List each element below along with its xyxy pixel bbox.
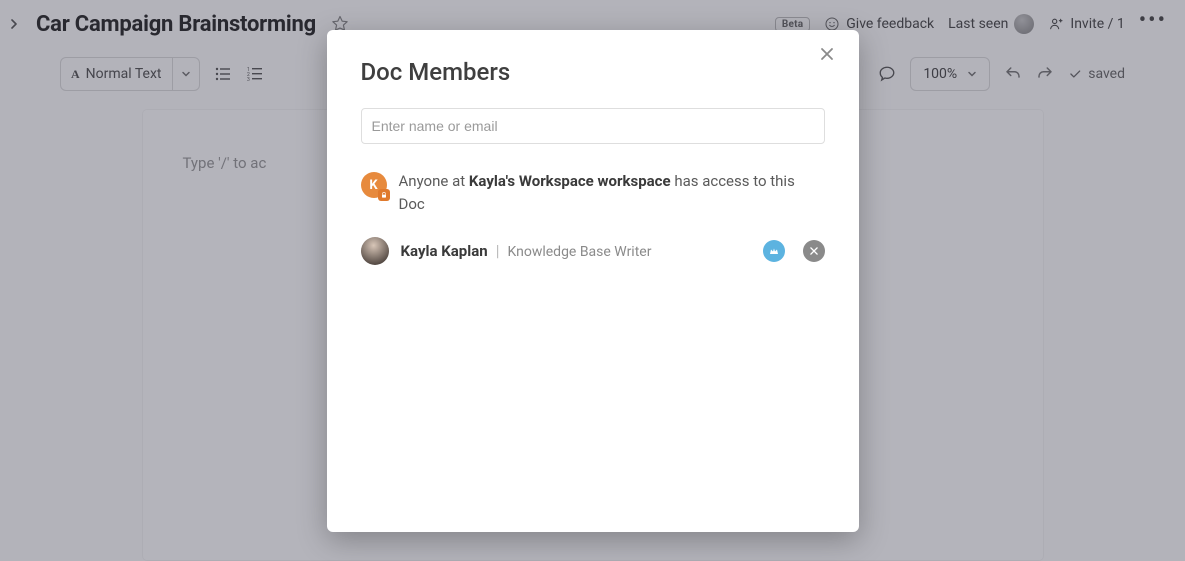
member-avatar <box>361 237 389 265</box>
saved-indicator: saved <box>1068 66 1125 82</box>
chevron-down-icon <box>967 69 977 79</box>
saved-label: saved <box>1088 66 1125 82</box>
more-menu-icon[interactable]: ••• <box>1139 21 1167 27</box>
undo-icon[interactable] <box>1004 65 1022 83</box>
workspace-avatar: K <box>361 172 387 198</box>
member-search-input[interactable] <box>361 108 825 144</box>
workspace-access-row: K Anyone at Kayla's Workspace workspace … <box>361 170 825 217</box>
text-style-select[interactable]: A Normal Text <box>60 57 200 91</box>
text-style-label: Normal Text <box>86 66 162 82</box>
member-row: Kayla Kaplan | Knowledge Base Writer <box>361 237 825 265</box>
redo-icon[interactable] <box>1036 65 1054 83</box>
doc-title[interactable]: Car Campaign Brainstorming <box>36 12 316 37</box>
last-seen-avatar <box>1014 14 1034 34</box>
close-modal-button[interactable] <box>819 46 841 68</box>
invite-label: Invite / 1 <box>1070 16 1124 32</box>
expand-sidebar-icon[interactable] <box>6 16 22 32</box>
workspace-access-text: Anyone at Kayla's Workspace workspace ha… <box>399 170 825 217</box>
chevron-down-icon <box>173 69 199 79</box>
remove-member-button[interactable] <box>803 240 825 262</box>
numbered-list-icon[interactable]: 123 <box>246 65 264 83</box>
check-icon <box>1068 67 1082 81</box>
zoom-value: 100% <box>923 66 957 82</box>
invite-person-icon <box>1048 16 1064 32</box>
lock-icon <box>378 189 390 201</box>
modal-title: Doc Members <box>361 58 825 86</box>
member-role: Knowledge Base Writer <box>507 244 651 260</box>
text-style-a-icon: A <box>71 67 80 82</box>
owner-badge-icon[interactable] <box>763 240 785 262</box>
last-seen-label: Last seen <box>948 16 1008 32</box>
invite-button[interactable]: Invite / 1 <box>1048 16 1124 32</box>
give-feedback-label: Give feedback <box>846 16 934 32</box>
workspace-avatar-letter: K <box>369 178 377 193</box>
member-identity: Kayla Kaplan | Knowledge Base Writer <box>401 241 652 260</box>
member-name: Kayla Kaplan <box>401 242 488 260</box>
last-seen-section[interactable]: Last seen <box>948 14 1034 34</box>
zoom-select[interactable]: 100% <box>910 57 990 91</box>
comment-icon[interactable] <box>878 65 896 83</box>
bullet-list-icon[interactable] <box>214 65 232 83</box>
doc-members-modal: Doc Members K Anyone at Kayla's Workspac… <box>327 30 859 532</box>
svg-text:3: 3 <box>247 77 250 83</box>
